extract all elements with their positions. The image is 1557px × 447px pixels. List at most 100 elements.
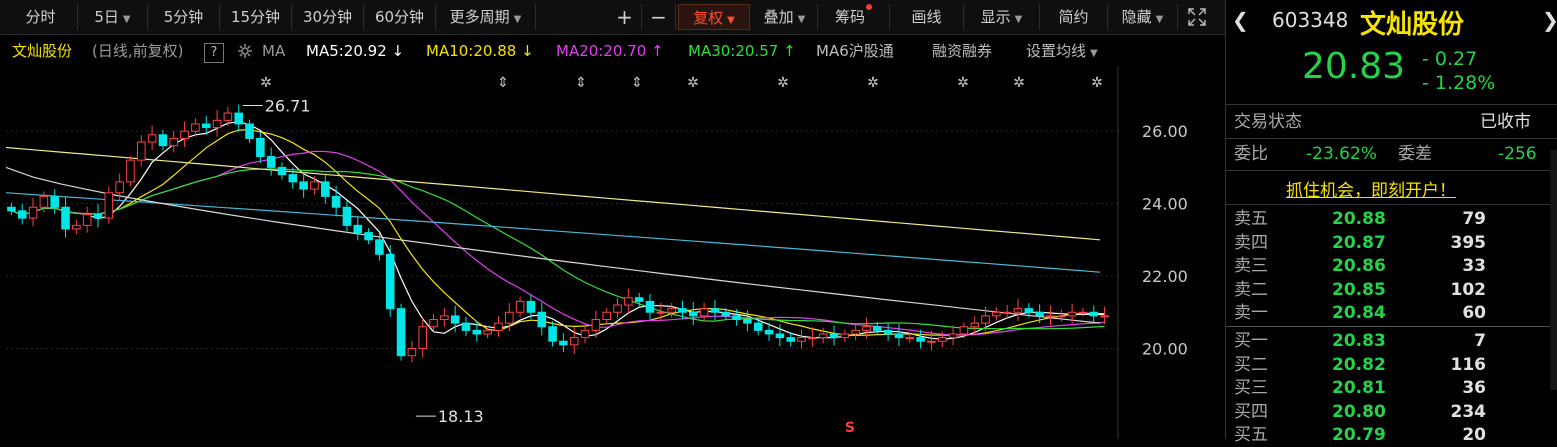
- level-price: 20.88: [1332, 209, 1386, 229]
- candle-body: [191, 123, 200, 132]
- level-label: 买一: [1234, 331, 1268, 351]
- candle-body: [277, 166, 287, 176]
- order-ratio-row: 委比 -23.62% 委差 -256: [1226, 142, 1546, 166]
- candle-body: [505, 311, 514, 324]
- bid-row[interactable]: 买一 20.83 7: [1226, 329, 1546, 353]
- open-account-link[interactable]: 抓住机会，即刻开户！: [1286, 176, 1456, 201]
- candle-body: [1100, 315, 1109, 318]
- ask-row[interactable]: 卖三 20.86 33: [1226, 254, 1546, 278]
- bid-row[interactable]: 买五 20.79 20: [1226, 423, 1546, 447]
- ask-row[interactable]: 卖一 20.84 60: [1226, 301, 1546, 325]
- candle-body: [721, 311, 731, 317]
- zoom-in-button[interactable]: +: [608, 4, 642, 30]
- y-tick-label: 20.00: [1142, 339, 1188, 358]
- arrow-down-icon: ↓: [521, 42, 534, 60]
- scrollbar[interactable]: [1550, 150, 1557, 390]
- event-markers: ✲ ⇕ ⇕ ⇕ ✲ ✲ ✲ ✲ ✲ ✲: [260, 75, 1103, 91]
- period-tab-more[interactable]: 更多周期 ▼: [436, 4, 536, 30]
- ask-row[interactable]: 卖五 20.88 79: [1226, 207, 1546, 231]
- event-marker-icon: ✲: [687, 75, 699, 91]
- candle-body: [634, 297, 644, 302]
- candle-body: [1013, 308, 1023, 313]
- level-volume: 116: [1450, 354, 1487, 375]
- level-volume: 234: [1450, 401, 1487, 422]
- candle-body: [147, 134, 157, 143]
- period-tab-15min[interactable]: 15分钟: [220, 4, 292, 30]
- kline-chart[interactable]: ✲ ⇕ ⇕ ⇕ ✲ ✲ ✲ ✲ ✲ ✲ 26.00 24.00 22.00 20.00 26.71 18…: [0, 66, 1225, 439]
- candle-body: [840, 333, 850, 339]
- candle-body: [212, 119, 222, 129]
- candle-body: [450, 315, 460, 324]
- level-price: 20.83: [1332, 331, 1386, 351]
- caret-down-icon: ▼: [727, 15, 735, 26]
- level-volume: 395: [1450, 232, 1487, 253]
- candle-body: [39, 195, 49, 208]
- candle-body: [883, 329, 893, 335]
- period-tab-intraday[interactable]: 分时: [4, 4, 78, 30]
- ma5-text: MA5:20.92: [306, 42, 387, 60]
- compact-label: 简约: [1058, 8, 1089, 26]
- level-label: 买四: [1234, 401, 1268, 422]
- period-tab-60min[interactable]: 60分钟: [364, 4, 436, 30]
- candle-body: [916, 337, 925, 342]
- candle-body: [624, 297, 633, 306]
- ask-row[interactable]: 卖二 20.85 102: [1226, 278, 1546, 302]
- ma20-value: MA20:20.70 ↑: [556, 36, 664, 66]
- period-tab-label: 分时: [25, 8, 56, 26]
- chips-button[interactable]: 筹码: [818, 4, 890, 30]
- zoom-out-button[interactable]: −: [642, 4, 676, 30]
- display-button[interactable]: 显示 ▼: [964, 4, 1040, 30]
- ma6-hsgt-link[interactable]: MA6沪股通: [816, 36, 894, 66]
- back-arrow-icon[interactable]: ❮: [1232, 8, 1249, 32]
- compact-button[interactable]: 简约: [1040, 4, 1108, 30]
- margin-trading-link[interactable]: 融资融券: [932, 36, 992, 66]
- candle-body: [7, 206, 16, 212]
- ma-settings-button[interactable]: 设置均线 ▼: [1026, 36, 1098, 69]
- chips-label: 筹码: [834, 8, 865, 26]
- candle-body: [115, 181, 124, 194]
- level-volume: 20: [1462, 425, 1486, 445]
- event-marker-icon: ✲: [260, 75, 272, 91]
- bid-row[interactable]: 买三 20.81 36: [1226, 376, 1546, 400]
- ma10-value: MA10:20.88 ↓: [426, 36, 534, 66]
- candle-body: [743, 318, 752, 324]
- candle-body: [331, 195, 341, 208]
- candle-body: [310, 181, 319, 190]
- candle-body: [981, 315, 990, 324]
- event-marker-icon: ⇕: [497, 75, 509, 91]
- candle-body: [418, 326, 427, 349]
- y-tick-label: 24.00: [1142, 195, 1188, 214]
- event-marker-icon: ✲: [957, 75, 969, 91]
- candle-body: [526, 300, 536, 313]
- overlay-button[interactable]: 叠加 ▼: [752, 4, 818, 30]
- candle-body: [786, 337, 795, 342]
- ask-row[interactable]: 卖四 20.87 395: [1226, 231, 1546, 255]
- trade-status-label: 交易状态: [1234, 112, 1302, 132]
- help-button[interactable]: ?: [204, 42, 224, 63]
- fuquan-button[interactable]: 复权 ▼: [678, 4, 750, 30]
- chart-mode-label: (日线,前复权): [92, 42, 184, 60]
- fullscreen-icon: [1188, 8, 1206, 26]
- candle-body: [732, 315, 741, 320]
- bid-row[interactable]: 买二 20.82 116: [1226, 353, 1546, 377]
- ma-line-ma5: [11, 121, 1105, 340]
- period-tab-30min[interactable]: 30分钟: [292, 4, 364, 30]
- hide-button[interactable]: 隐藏 ▼: [1108, 4, 1178, 30]
- level-volume: 7: [1474, 331, 1486, 351]
- period-tab-5min[interactable]: 5分钟: [148, 4, 220, 30]
- candle-body: [948, 333, 958, 339]
- stock-code: 603348: [1272, 8, 1349, 32]
- candle-body: [494, 322, 503, 331]
- ma-line-ma10: [11, 129, 1105, 337]
- fullscreen-button[interactable]: [1180, 4, 1214, 30]
- candle-body: [851, 329, 860, 335]
- long-ma-line: [5, 146, 1101, 241]
- bid-row[interactable]: 买四 20.80 234: [1226, 400, 1546, 424]
- candle-body: [645, 300, 655, 313]
- period-tab-label: 30分钟: [302, 8, 353, 26]
- level-label: 卖三: [1234, 256, 1268, 276]
- draw-line-button[interactable]: 画线: [890, 4, 964, 30]
- forward-arrow-icon[interactable]: ❯: [1542, 8, 1557, 32]
- candle-body: [1002, 311, 1012, 314]
- period-tab-5day[interactable]: 5日 ▼: [78, 4, 148, 30]
